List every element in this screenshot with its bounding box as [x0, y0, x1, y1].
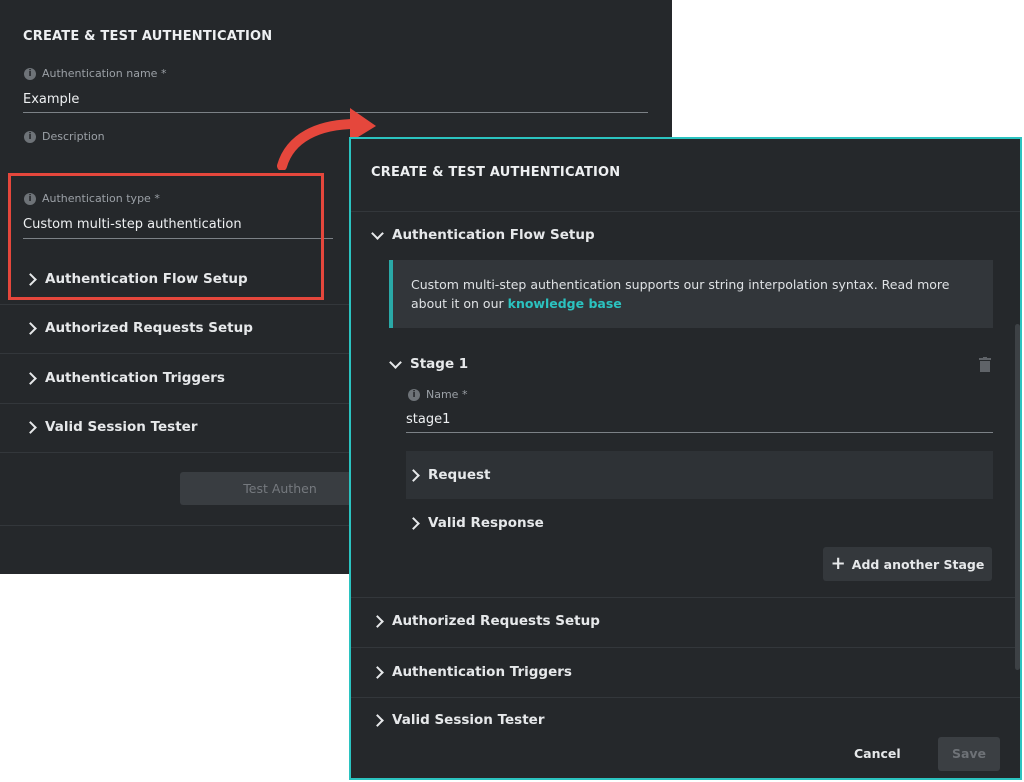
stage-header[interactable]: Stage 1: [389, 355, 469, 372]
stage-title: Stage 1: [410, 356, 469, 372]
section-label: Valid Session Tester: [45, 419, 198, 435]
info-icon: i: [408, 388, 420, 401]
section-authentication-flow-setup[interactable]: Authentication Flow Setup: [371, 226, 595, 243]
auth-name-label: i Authentication name *: [24, 67, 166, 80]
add-another-stage-button[interactable]: + Add another Stage: [823, 547, 992, 581]
section-authentication-triggers[interactable]: Authentication Triggers: [24, 370, 225, 386]
dialog-title: CREATE & TEST AUTHENTICATION: [23, 29, 273, 44]
section-label: Authentication Flow Setup: [392, 227, 595, 243]
auth-name-input[interactable]: Example: [23, 92, 79, 107]
chevron-down-icon: [371, 226, 384, 240]
divider: [351, 597, 1020, 598]
description-label: i Description: [24, 130, 105, 143]
chevron-right-icon: [371, 614, 384, 628]
section-label: Request: [428, 467, 491, 483]
chevron-right-icon: [24, 420, 37, 434]
info-text: Custom multi-step authentication support…: [411, 275, 981, 313]
highlight-box: [8, 173, 324, 300]
divider: [351, 211, 1020, 212]
info-icon: i: [24, 130, 36, 143]
section-valid-session-tester[interactable]: Valid Session Tester: [24, 419, 198, 435]
info-callout: Custom multi-step authentication support…: [389, 260, 993, 328]
save-button[interactable]: Save: [938, 737, 1000, 771]
stage-name-input[interactable]: stage1: [406, 412, 450, 427]
chevron-right-icon: [371, 713, 384, 727]
section-label: Authentication Triggers: [392, 664, 572, 680]
section-label: Authorized Requests Setup: [392, 613, 600, 629]
section-valid-session-tester[interactable]: Valid Session Tester: [371, 712, 545, 728]
stage-name-underline: [406, 432, 993, 433]
description-label-text: Description: [42, 130, 105, 143]
request-bar[interactable]: [406, 451, 993, 499]
cancel-button[interactable]: Cancel: [854, 746, 901, 761]
knowledge-base-link[interactable]: knowledge base: [508, 296, 622, 311]
section-label: Valid Response: [428, 515, 544, 531]
chevron-right-icon: [407, 516, 420, 530]
plus-icon: +: [830, 553, 846, 574]
chevron-down-icon: [389, 355, 402, 369]
divider: [351, 697, 1020, 698]
request-section[interactable]: Request: [407, 467, 491, 483]
stage-name-label-text: Name *: [426, 388, 468, 401]
divider: [351, 647, 1020, 648]
trash-icon[interactable]: [979, 357, 991, 372]
chevron-right-icon: [371, 665, 384, 679]
front-dialog: CREATE & TEST AUTHENTICATION Authenticat…: [349, 137, 1022, 780]
section-label: Authorized Requests Setup: [45, 320, 253, 336]
dialog-title: CREATE & TEST AUTHENTICATION: [371, 165, 621, 180]
section-authorized-requests-setup[interactable]: Authorized Requests Setup: [24, 320, 253, 336]
info-text-body: Custom multi-step authentication support…: [411, 277, 950, 311]
chevron-right-icon: [24, 371, 37, 385]
stage-name-label: i Name *: [408, 388, 467, 401]
scrollbar[interactable]: [1015, 324, 1020, 670]
chevron-right-icon: [24, 321, 37, 335]
chevron-right-icon: [407, 468, 420, 482]
valid-response-section[interactable]: Valid Response: [407, 515, 544, 531]
section-authorized-requests-setup[interactable]: Authorized Requests Setup: [371, 613, 600, 629]
section-label: Authentication Triggers: [45, 370, 225, 386]
button-label: Add another Stage: [851, 556, 985, 572]
section-label: Valid Session Tester: [392, 712, 545, 728]
info-icon: i: [24, 67, 36, 80]
section-authentication-triggers[interactable]: Authentication Triggers: [371, 664, 572, 680]
auth-name-label-text: Authentication name *: [42, 67, 167, 80]
